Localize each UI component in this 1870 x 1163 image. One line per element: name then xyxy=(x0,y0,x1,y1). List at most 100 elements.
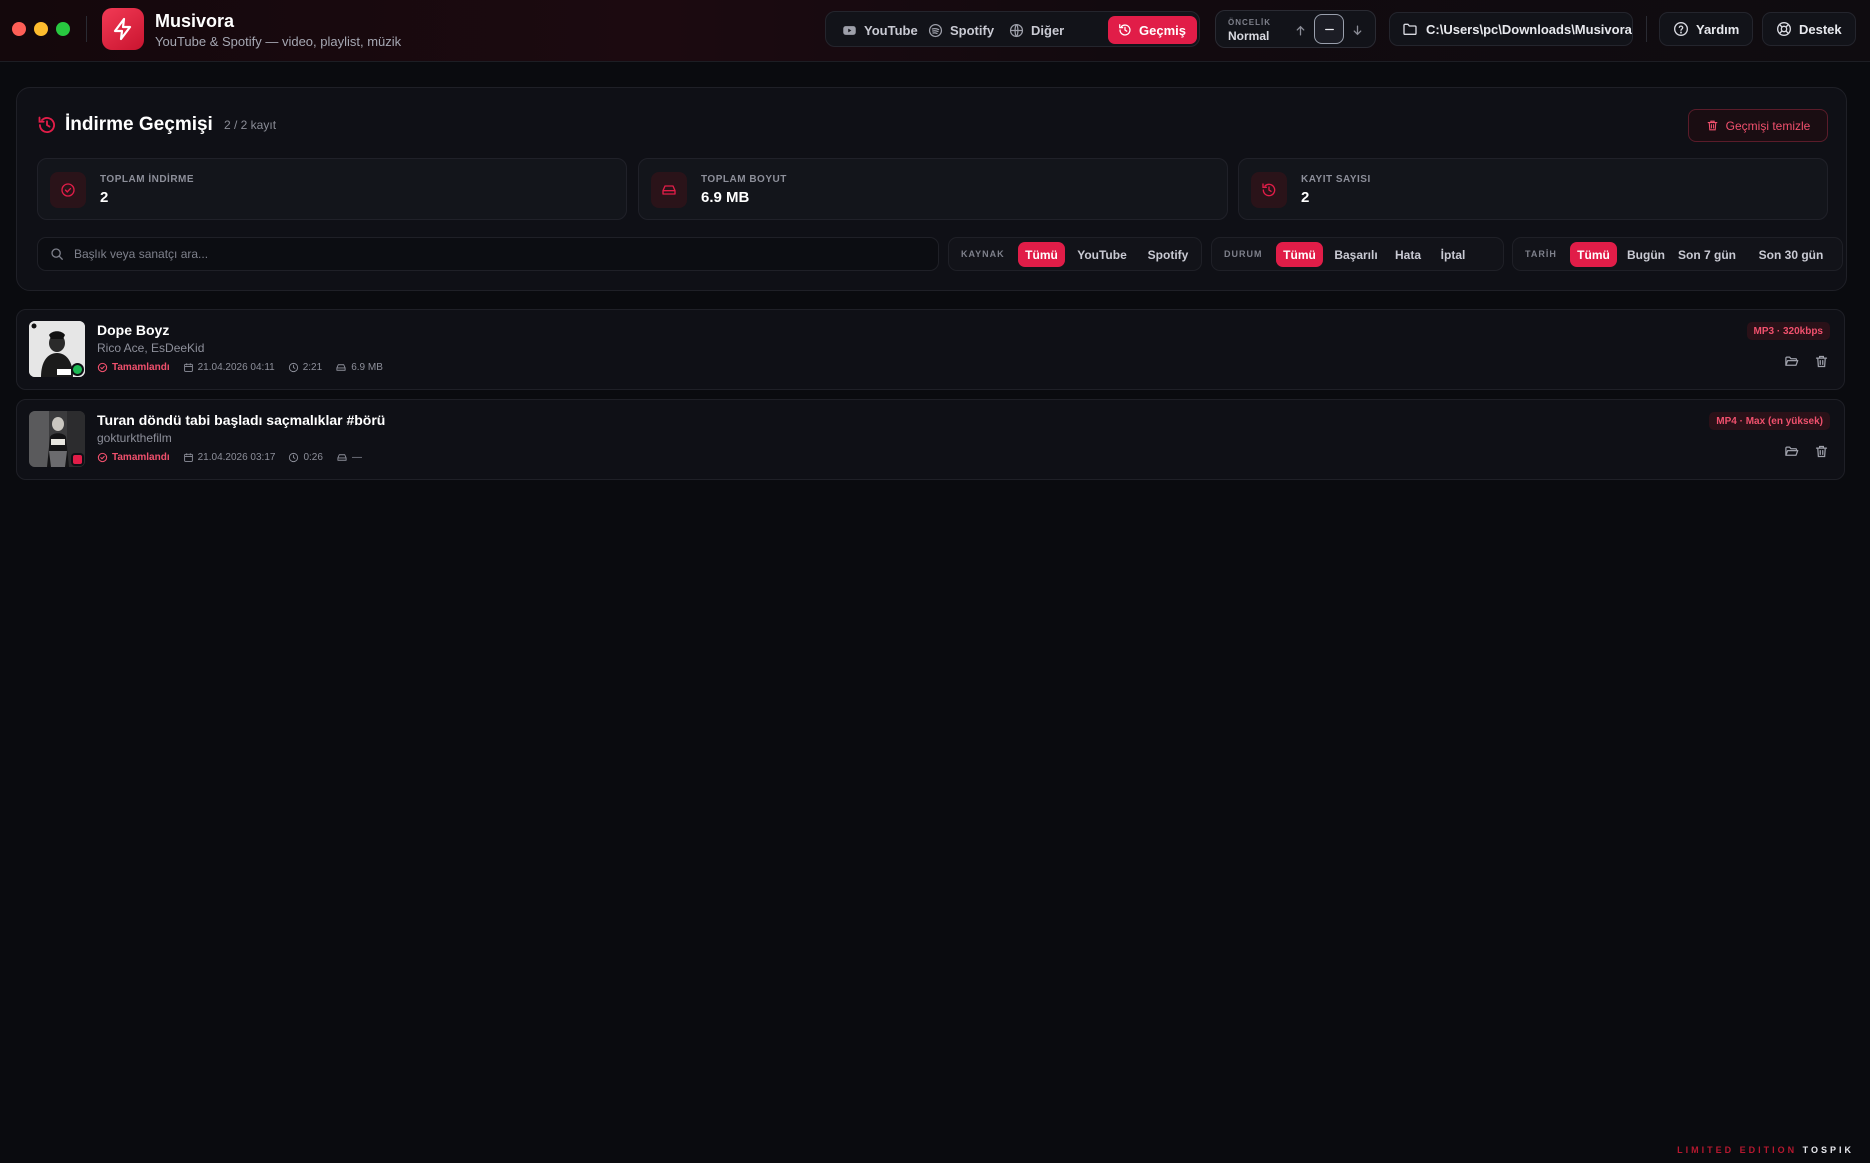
stat-value: 6.9 MB xyxy=(701,189,750,206)
status-badge: Tamamlandı xyxy=(97,452,170,463)
status-filter-error[interactable]: Hata xyxy=(1389,242,1427,267)
nav-history[interactable]: Geçmiş xyxy=(1108,16,1197,44)
size-text: — xyxy=(351,452,362,463)
lightning-icon xyxy=(113,17,132,41)
source-filter-label: KAYNAK xyxy=(961,249,1005,259)
duration-text: 0:26 xyxy=(303,452,323,463)
brand-text: TOSPIK xyxy=(1802,1145,1854,1155)
track-thumbnail xyxy=(29,321,85,377)
stat-icon-box xyxy=(1251,172,1287,208)
folder-open-icon xyxy=(1785,446,1799,456)
track-artist: gokturkthefilm xyxy=(97,431,172,445)
drive-icon xyxy=(336,364,346,371)
record-count: 2 / 2 kayıt xyxy=(224,118,277,132)
app-title: Musivora xyxy=(155,11,235,31)
track-title: Turan döndü tabi başladı saçmalıklar #bö… xyxy=(97,412,386,428)
format-badge: MP3 · 320kbps xyxy=(1746,322,1830,340)
help-icon xyxy=(1674,22,1688,36)
arrow-up-icon xyxy=(1296,25,1304,35)
lifebuoy-icon xyxy=(1777,22,1791,36)
globe-icon xyxy=(1009,23,1024,37)
app-subtitle: YouTube & Spotify — video, playlist, müz… xyxy=(155,34,402,49)
divider xyxy=(1646,16,1647,42)
stat-value: 2 xyxy=(1301,189,1310,206)
close-window-button[interactable] xyxy=(12,22,26,36)
priority-label: ÖNCELİK xyxy=(1228,18,1271,27)
youtube-source-icon xyxy=(73,455,82,464)
calendar-icon xyxy=(183,453,193,462)
size-text: 6.9 MB xyxy=(351,362,383,373)
clear-history-button[interactable]: Geçmişi temizle xyxy=(1688,109,1828,142)
stat-label: TOPLAM BOYUT xyxy=(701,174,787,185)
status-filter-cancelled[interactable]: İptal xyxy=(1433,242,1473,267)
search-box xyxy=(37,237,939,271)
track-meta: Tamamlandı 21.04.2026 03:17 0:26 — xyxy=(97,452,375,463)
stat-value: 2 xyxy=(100,189,109,206)
check-circle-icon xyxy=(97,452,108,463)
main-nav: YouTube Spotify Diğer Geçmiş xyxy=(825,11,1200,47)
status-badge: Tamamlandı xyxy=(97,362,170,373)
date-text: 21.04.2026 03:17 xyxy=(197,452,276,463)
download-folder-button[interactable]: C:\Users\pc\Downloads\Musivora xyxy=(1389,12,1633,46)
stat-record-count: KAYIT SAYISI 2 xyxy=(1238,158,1828,220)
priority-control: ÖNCELİK Normal xyxy=(1215,10,1376,48)
track-meta: Tamamlandı 21.04.2026 04:11 2:21 6.9 MB xyxy=(97,362,396,373)
help-button[interactable]: Yardım xyxy=(1659,12,1754,46)
date-filter: TARİH Tümü Bugün Son 7 gün Son 30 gün xyxy=(1512,237,1843,271)
spotify-icon xyxy=(928,23,943,37)
track-title: Dope Boyz xyxy=(97,322,170,338)
drive-icon xyxy=(662,185,676,195)
folder-open-icon xyxy=(1785,356,1799,366)
date-filter-30-days[interactable]: Son 30 gün xyxy=(1745,242,1837,267)
status-filter-all[interactable]: Tümü xyxy=(1276,242,1323,267)
app-logo xyxy=(102,8,144,50)
priority-up-button[interactable] xyxy=(1289,19,1311,41)
stat-icon-box xyxy=(651,172,687,208)
nav-youtube-label: YouTube xyxy=(864,22,918,38)
priority-down-button[interactable] xyxy=(1346,19,1368,41)
date-filter-all[interactable]: Tümü xyxy=(1570,242,1617,267)
trash-icon xyxy=(1815,445,1828,458)
delete-item-button[interactable] xyxy=(1814,354,1829,374)
source-filter-youtube[interactable]: YouTube xyxy=(1071,242,1133,267)
nav-spotify[interactable]: Spotify xyxy=(918,16,1004,44)
delete-item-button[interactable] xyxy=(1814,444,1829,464)
date-filter-today[interactable]: Bugün xyxy=(1623,242,1669,267)
maximize-window-button[interactable] xyxy=(56,22,70,36)
open-folder-button[interactable] xyxy=(1784,354,1799,374)
date-filter-7-days[interactable]: Son 7 gün xyxy=(1675,242,1739,267)
check-circle-icon xyxy=(61,183,75,197)
clear-history-label: Geçmişi temizle xyxy=(1725,118,1811,133)
priority-normal-button[interactable] xyxy=(1314,14,1344,44)
history-item[interactable]: Turan döndü tabi başladı saçmalıklar #bö… xyxy=(16,399,1845,480)
history-item[interactable]: Dope Boyz Rico Ace, EsDeeKid Tamamlandı … xyxy=(16,309,1845,390)
status-filter-success[interactable]: Başarılı xyxy=(1329,242,1383,267)
help-label: Yardım xyxy=(1696,21,1740,37)
track-artist: Rico Ace, EsDeeKid xyxy=(97,341,205,355)
source-filter-all[interactable]: Tümü xyxy=(1018,242,1065,267)
open-folder-button[interactable] xyxy=(1784,444,1799,464)
nav-other[interactable]: Diğer xyxy=(999,16,1074,44)
title-bar: Musivora YouTube & Spotify — video, play… xyxy=(0,0,1870,62)
spotify-source-icon xyxy=(73,365,82,374)
nav-spotify-label: Spotify xyxy=(950,22,995,38)
download-date: 21.04.2026 03:17 xyxy=(183,452,276,463)
nav-youtube[interactable]: YouTube xyxy=(832,16,928,44)
source-filter: KAYNAK Tümü YouTube Spotify xyxy=(948,237,1202,271)
youtube-icon xyxy=(843,25,856,35)
minus-icon xyxy=(1324,28,1334,30)
page-title: İndirme Geçmişi xyxy=(65,114,213,135)
clock-icon xyxy=(289,452,299,463)
duration-text: 2:21 xyxy=(302,362,323,373)
folder-icon xyxy=(1403,23,1417,35)
priority-value: Normal xyxy=(1228,29,1270,43)
calendar-icon xyxy=(183,363,193,372)
nav-other-label: Diğer xyxy=(1031,22,1065,38)
source-filter-spotify[interactable]: Spotify xyxy=(1139,242,1197,267)
search-input[interactable] xyxy=(74,238,924,270)
minimize-window-button[interactable] xyxy=(34,22,48,36)
history-icon xyxy=(1119,24,1131,36)
support-button[interactable]: Destek xyxy=(1762,12,1856,46)
clock-icon xyxy=(288,362,298,373)
edition-watermark: LIMITED EDITION TOSPIK xyxy=(1677,1145,1854,1155)
